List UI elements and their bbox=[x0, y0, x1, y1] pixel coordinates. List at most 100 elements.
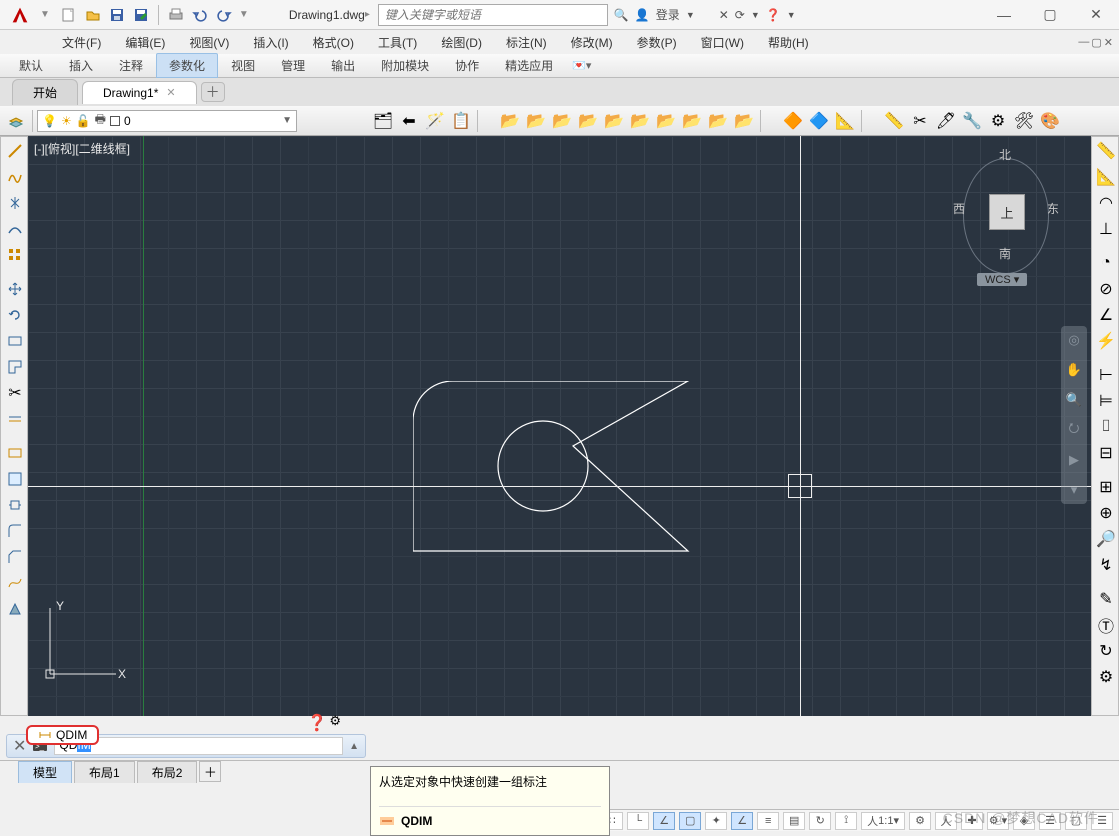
plot-icon[interactable] bbox=[165, 4, 187, 26]
open-icon[interactable] bbox=[82, 4, 104, 26]
menu-parametric[interactable]: 参数(P) bbox=[625, 32, 689, 53]
layer-tool-8-icon[interactable]: 📂 bbox=[680, 109, 704, 133]
menu-insert[interactable]: 插入(I) bbox=[241, 32, 300, 53]
chamfer-tool-icon[interactable] bbox=[3, 545, 27, 569]
status-annomonitor-icon[interactable]: ✚ bbox=[961, 812, 983, 830]
doc-tab-start[interactable]: 开始 bbox=[12, 79, 78, 105]
ribbon-tab-output[interactable]: 输出 bbox=[318, 53, 368, 78]
layer-prev-icon[interactable]: ⬅ bbox=[397, 109, 421, 133]
login-button[interactable]: 登录 bbox=[656, 6, 680, 23]
draw-tool-1-icon[interactable]: 📏 bbox=[882, 109, 906, 133]
status-ortho-icon[interactable]: └ bbox=[627, 812, 649, 830]
help-icon[interactable]: ❓ bbox=[766, 8, 781, 22]
doc-tab-drawing1[interactable]: Drawing1* ✕ bbox=[82, 81, 197, 104]
layout-tab-layout2[interactable]: 布局2 bbox=[137, 761, 198, 783]
jog-line-icon[interactable]: ↯ bbox=[1094, 553, 1118, 577]
dim-diameter-icon[interactable]: ⊘ bbox=[1094, 277, 1118, 301]
login-caret-icon[interactable]: ▼ bbox=[686, 10, 695, 20]
layout-tab-add-button[interactable]: ＋ bbox=[199, 761, 221, 782]
rect-tool-icon[interactable] bbox=[3, 441, 27, 465]
search-input[interactable] bbox=[379, 8, 607, 22]
viewport-label[interactable]: [-][俯视][二维线框] bbox=[34, 140, 130, 157]
wcs-label[interactable]: WCS ▾ bbox=[977, 273, 1027, 286]
layer-tool-1-icon[interactable]: 📂 bbox=[498, 109, 522, 133]
search-icon[interactable]: 🔍 bbox=[614, 8, 629, 22]
layer-state-2-icon[interactable]: 🔷 bbox=[807, 109, 831, 133]
draw-tool-7-icon[interactable]: 🎨 bbox=[1038, 109, 1062, 133]
status-osnap-icon[interactable]: ▢ bbox=[679, 812, 701, 830]
ribbon-tab-insert[interactable]: 插入 bbox=[56, 53, 106, 78]
draw-tool-6-icon[interactable]: 🛠 bbox=[1012, 109, 1036, 133]
status-lwdisplay-icon[interactable]: ≡ bbox=[757, 812, 779, 830]
compass-south[interactable]: 南 bbox=[999, 245, 1011, 262]
layer-walk-icon[interactable]: 📋 bbox=[449, 109, 473, 133]
spline-tool-icon[interactable] bbox=[3, 571, 27, 595]
nav-zoom-icon[interactable]: 🔍 bbox=[1064, 390, 1084, 410]
move-tool-icon[interactable] bbox=[3, 277, 27, 301]
nav-showmotion-icon[interactable]: ▶ bbox=[1064, 450, 1084, 470]
draw-tool-3-icon[interactable]: 🖊 bbox=[934, 109, 958, 133]
stretch-tool-icon[interactable] bbox=[3, 493, 27, 517]
inspect-icon[interactable]: 🔎 bbox=[1094, 527, 1118, 551]
compass-east[interactable]: 东 bbox=[1047, 200, 1059, 217]
layer-combo-caret-icon[interactable]: ▼ bbox=[282, 115, 292, 126]
status-cleanscreen-icon[interactable]: ▢ bbox=[1065, 812, 1087, 830]
doc-tab-close-icon[interactable]: ✕ bbox=[166, 86, 175, 99]
mdi-restore-icon[interactable]: ▢ bbox=[1091, 36, 1101, 49]
saveas-icon[interactable] bbox=[130, 4, 152, 26]
login-icon[interactable]: 👤 bbox=[635, 8, 650, 22]
centermark-icon[interactable]: ⊕ bbox=[1094, 501, 1118, 525]
menu-dimension[interactable]: 标注(N) bbox=[494, 32, 559, 53]
layer-tool-5-icon[interactable]: 📂 bbox=[602, 109, 626, 133]
mirror-tool-icon[interactable] bbox=[3, 191, 27, 215]
layout-tab-layout1[interactable]: 布局1 bbox=[74, 761, 135, 783]
cmd-help-icon[interactable]: ❓ bbox=[307, 713, 327, 733]
mdi-close-icon[interactable]: ✕ bbox=[1104, 36, 1113, 49]
dim-radius-icon[interactable]: ◔ bbox=[1094, 251, 1118, 275]
region-tool-icon[interactable] bbox=[3, 467, 27, 491]
layer-isolate-icon[interactable]: 🗂 bbox=[371, 109, 395, 133]
drawing-canvas[interactable]: [-][俯视][二维线框] Y X 北 南 西 bbox=[28, 136, 1091, 716]
layer-combo[interactable]: 💡 ☀ 🔓 🖶 0 ▼ bbox=[37, 110, 297, 132]
doc-tab-add-button[interactable]: ＋ bbox=[201, 82, 225, 102]
ribbon-tab-collab[interactable]: 协作 bbox=[442, 53, 492, 78]
dim-jogged-icon[interactable]: ⚡ bbox=[1094, 329, 1118, 353]
status-isoplane-icon[interactable]: ◈ bbox=[1013, 812, 1035, 830]
nav-more-icon[interactable]: ▾ bbox=[1064, 480, 1084, 500]
menu-view[interactable]: 视图(V) bbox=[177, 32, 241, 53]
scissors-tool-icon[interactable]: ✂ bbox=[3, 381, 27, 405]
dim-linear-icon[interactable]: 📏 bbox=[1094, 139, 1118, 163]
extend-tool-icon[interactable] bbox=[3, 355, 27, 379]
qat-caret-icon[interactable]: ▼ bbox=[239, 9, 249, 20]
close-button[interactable]: ✕ bbox=[1073, 0, 1119, 30]
dim-text-edit-icon[interactable]: Ⓣ bbox=[1094, 613, 1118, 637]
status-3dosnap-icon[interactable]: ✦ bbox=[705, 812, 727, 830]
layer-tool-4-icon[interactable]: 📂 bbox=[576, 109, 600, 133]
layer-tool-3-icon[interactable]: 📂 bbox=[550, 109, 574, 133]
dim-break-icon[interactable]: ⊟ bbox=[1094, 441, 1118, 465]
menu-format[interactable]: 格式(O) bbox=[301, 32, 366, 53]
app-menu-button[interactable] bbox=[0, 1, 40, 29]
ribbon-tab-view[interactable]: 视图 bbox=[218, 53, 268, 78]
ribbon-tab-default[interactable]: 默认 bbox=[6, 53, 56, 78]
maximize-button[interactable]: ▢ bbox=[1027, 0, 1073, 30]
menu-window[interactable]: 窗口(W) bbox=[689, 32, 756, 53]
dim-style-icon[interactable]: ⚙ bbox=[1094, 665, 1118, 689]
nav-wheel-icon[interactable]: ◎ bbox=[1064, 330, 1084, 350]
dim-update-icon[interactable]: ↻ bbox=[1094, 639, 1118, 663]
tolerance-icon[interactable]: ⊞ bbox=[1094, 475, 1118, 499]
viewcube[interactable]: 北 南 西 东 上 WCS ▾ bbox=[951, 146, 1061, 286]
offset-tool-icon[interactable] bbox=[3, 407, 27, 431]
status-customize-icon[interactable]: ☰ bbox=[1091, 812, 1113, 830]
dim-arc-icon[interactable]: ◠ bbox=[1094, 191, 1118, 215]
cmd-settings-icon[interactable]: ⚙ bbox=[329, 713, 341, 733]
layer-tool-9-icon[interactable]: 📂 bbox=[706, 109, 730, 133]
layer-match-icon[interactable]: 🪄 bbox=[423, 109, 447, 133]
title-caret-icon[interactable]: ▸ bbox=[365, 9, 370, 20]
dim-aligned-icon[interactable]: 📐 bbox=[1094, 165, 1118, 189]
compass-west[interactable]: 西 bbox=[953, 200, 965, 217]
ribbon-tab-featured[interactable]: 精选应用 bbox=[492, 53, 566, 78]
menu-modify[interactable]: 修改(M) bbox=[559, 32, 625, 53]
layer-tool-10-icon[interactable]: 📂 bbox=[732, 109, 756, 133]
layer-state-3-icon[interactable]: 📐 bbox=[833, 109, 857, 133]
